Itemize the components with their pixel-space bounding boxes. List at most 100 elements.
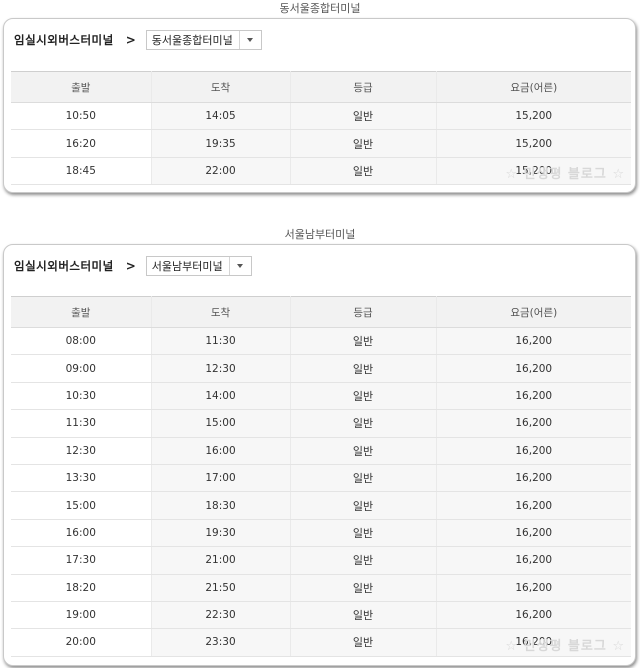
bus-grade: 일반 — [290, 382, 437, 411]
arrival-time: 23:30 — [151, 628, 291, 657]
table-row: 12:30 16:00 일반 16,200 — [11, 437, 631, 465]
bus-grade: 일반 — [290, 129, 437, 158]
fare: 16,200 — [436, 437, 631, 465]
destination-select-value: 동서울종합터미널 — [151, 34, 233, 47]
origin-terminal: 임실시외버스터미널 — [14, 33, 114, 47]
header-departure: 출발 — [11, 71, 152, 103]
route-selector: 임실시외버스터미널 > 동서울종합터미널 — [14, 29, 262, 51]
section-title-dong-seoul: 동서울종합터미널 — [279, 2, 361, 15]
arrival-time: 17:00 — [151, 464, 291, 493]
fare: 16,200 — [436, 327, 631, 356]
departure-time: 16:00 — [11, 519, 152, 548]
header-fare: 요금(어른) — [436, 71, 631, 103]
bus-grade: 일반 — [290, 409, 437, 438]
schedule-table: 출발 도착 등급 요금(어른) 08:00 11:30 일반 16,200 09:00 1… — [11, 296, 631, 657]
departure-time: 16:20 — [11, 129, 152, 158]
bus-grade: 일반 — [290, 628, 437, 657]
fare: 16,200 — [436, 354, 631, 383]
table-row: 18:20 21:50 일반 16,200 — [11, 574, 631, 602]
header-arrival: 도착 — [151, 296, 291, 328]
fare: 16,200 — [436, 491, 631, 520]
bus-grade: 일반 — [290, 437, 437, 465]
arrival-time: 14:05 — [151, 102, 291, 131]
header-departure: 출발 — [11, 296, 152, 328]
departure-time: 18:20 — [11, 574, 152, 602]
arrival-time: 15:00 — [151, 409, 291, 438]
arrival-time: 18:30 — [151, 491, 291, 520]
departure-time: 10:50 — [11, 102, 152, 131]
arrival-time: 22:30 — [151, 601, 291, 630]
arrival-time: 16:00 — [151, 437, 291, 465]
table-header-row: 출발 도착 등급 요금(어른) — [11, 71, 631, 103]
fare: 16,200 — [436, 601, 631, 630]
departure-time: 10:30 — [11, 382, 152, 411]
table-row: 11:30 15:00 일반 16,200 — [11, 409, 631, 438]
fare: 15,200 — [436, 129, 631, 158]
chevron-down-icon[interactable] — [228, 257, 251, 275]
arrival-time: 14:00 — [151, 382, 291, 411]
fare: 16,200 — [436, 519, 631, 548]
departure-time: 18:45 — [11, 157, 152, 186]
fare: 16,200 — [436, 464, 631, 493]
table-row: 10:50 14:05 일반 15,200 — [11, 102, 631, 131]
departure-time: 20:00 — [11, 628, 152, 657]
arrival-time: 22:00 — [151, 157, 291, 186]
header-arrival: 도착 — [151, 71, 291, 103]
watermark: ☆ 민생평 블로그 ☆ — [505, 639, 625, 654]
fare: 16,200 — [436, 546, 631, 575]
destination-select[interactable]: 서울남부터미널 — [145, 256, 252, 276]
departure-time: 11:30 — [11, 409, 152, 438]
departure-time: 08:00 — [11, 327, 152, 356]
table-row: 19:00 22:30 일반 16,200 — [11, 601, 631, 630]
arrival-time: 21:00 — [151, 546, 291, 575]
departure-time: 12:30 — [11, 437, 152, 465]
fare: 16,200 — [436, 382, 631, 411]
bus-grade: 일반 — [290, 102, 437, 131]
origin-terminal: 임실시외버스터미널 — [14, 259, 114, 273]
arrival-time: 12:30 — [151, 354, 291, 383]
route-selector: 임실시외버스터미널 > 서울남부터미널 — [14, 255, 252, 277]
destination-select-value: 서울남부터미널 — [151, 260, 223, 273]
bus-grade: 일반 — [290, 157, 437, 186]
header-grade: 등급 — [290, 71, 437, 103]
bus-grade: 일반 — [290, 546, 437, 575]
bus-grade: 일반 — [290, 327, 437, 356]
departure-time: 17:30 — [11, 546, 152, 575]
departure-time: 19:00 — [11, 601, 152, 630]
section-title-seoul-nambu: 서울남부터미널 — [284, 228, 356, 241]
arrival-time: 19:30 — [151, 519, 291, 548]
bus-grade: 일반 — [290, 464, 437, 493]
table-header-row: 출발 도착 등급 요금(어른) — [11, 296, 631, 328]
arrival-time: 21:50 — [151, 574, 291, 602]
table-row: 16:00 19:30 일반 16,200 — [11, 519, 631, 548]
bus-grade: 일반 — [290, 574, 437, 602]
chevron-down-icon[interactable] — [238, 31, 261, 49]
arrival-time: 19:35 — [151, 129, 291, 158]
header-grade: 등급 — [290, 296, 437, 328]
bus-grade: 일반 — [290, 601, 437, 630]
fare: 15,200 — [436, 102, 631, 131]
bus-grade: 일반 — [290, 491, 437, 520]
table-row: 09:00 12:30 일반 16,200 — [11, 354, 631, 383]
fare: 16,200 — [436, 574, 631, 602]
schedule-card-dong-seoul: 임실시외버스터미널 > 동서울종합터미널 출발 도착 등급 요금(어른) 10:… — [3, 18, 636, 193]
schedule-card-seoul-nambu: 임실시외버스터미널 > 서울남부터미널 출발 도착 등급 요금(어른) 08:0… — [3, 244, 636, 666]
fare: 16,200 — [436, 409, 631, 438]
watermark: ☆ 민생평 블로그 ☆ — [505, 167, 625, 182]
header-fare: 요금(어른) — [436, 296, 631, 328]
table-row: 16:20 19:35 일반 15,200 — [11, 129, 631, 158]
bus-grade: 일반 — [290, 519, 437, 548]
table-row: 17:30 21:00 일반 16,200 — [11, 546, 631, 575]
destination-select[interactable]: 동서울종합터미널 — [145, 30, 262, 50]
table-row: 13:30 17:00 일반 16,200 — [11, 464, 631, 493]
table-row: 15:00 18:30 일반 16,200 — [11, 491, 631, 520]
arrival-time: 11:30 — [151, 327, 291, 356]
departure-time: 13:30 — [11, 464, 152, 493]
table-row: 08:00 11:30 일반 16,200 — [11, 327, 631, 356]
route-arrow-icon: > — [125, 259, 136, 273]
departure-time: 09:00 — [11, 354, 152, 383]
table-row: 10:30 14:00 일반 16,200 — [11, 382, 631, 411]
route-arrow-icon: > — [125, 33, 136, 47]
bus-grade: 일반 — [290, 354, 437, 383]
departure-time: 15:00 — [11, 491, 152, 520]
